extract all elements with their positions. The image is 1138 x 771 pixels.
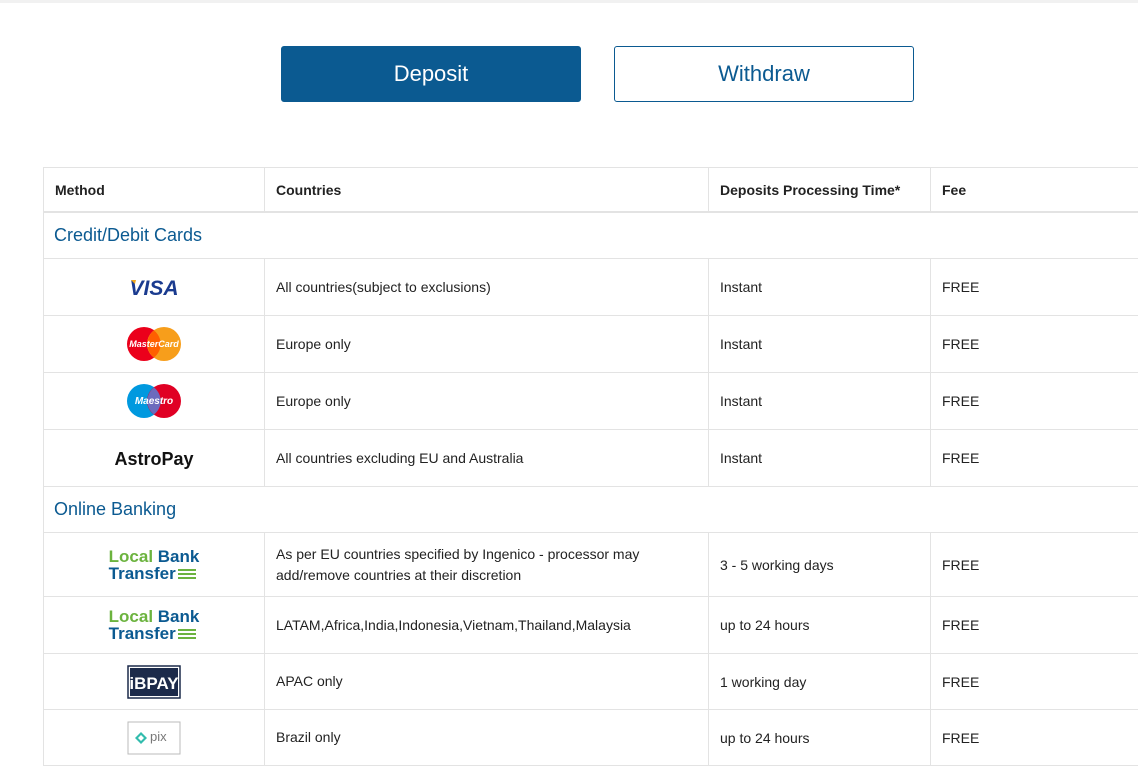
table-row: pix Brazil only up to 24 hours FREE	[43, 709, 1138, 766]
header-fee: Fee	[930, 167, 1138, 213]
processing-time-cell: 1 working day	[708, 653, 931, 710]
mastercard-logo-icon: MasterCard	[127, 327, 181, 361]
svg-text:iBPAY: iBPAY	[129, 674, 179, 693]
countries-cell: Brazil only	[264, 709, 709, 766]
header-countries: Countries	[264, 167, 709, 213]
countries-cell: Europe only	[264, 315, 709, 373]
fee-cell: FREE	[930, 315, 1138, 373]
processing-time-cell: up to 24 hours	[708, 709, 931, 766]
section-title-cards: Credit/Debit Cards	[43, 211, 1138, 259]
fee-cell: FREE	[930, 532, 1138, 597]
svg-text:VISA: VISA	[129, 277, 178, 299]
withdraw-tab-button[interactable]: Withdraw	[614, 46, 914, 102]
table-row: VISA All countries(subject to exclusions…	[43, 258, 1138, 316]
fee-cell: FREE	[930, 429, 1138, 487]
table-row: Local Bank Transfer LATAM,Africa,India,I…	[43, 596, 1138, 654]
local-bank-transfer-logo-icon: Local Bank Transfer	[108, 607, 200, 643]
svg-text:pix: pix	[150, 729, 167, 744]
top-divider	[0, 0, 1138, 3]
countries-cell: All countries(subject to exclusions)	[264, 258, 709, 316]
fee-cell: FREE	[930, 372, 1138, 430]
countries-cell: APAC only	[264, 653, 709, 710]
table-row: iBPAY APAC only 1 working day FREE	[43, 653, 1138, 710]
processing-time-cell: Instant	[708, 372, 931, 430]
header-processing-time: Deposits Processing Time*	[708, 167, 931, 213]
countries-cell: Europe only	[264, 372, 709, 430]
processing-time-cell: Instant	[708, 315, 931, 373]
section-title-online-banking: Online Banking	[43, 486, 1138, 533]
processing-time-cell: Instant	[708, 429, 931, 487]
table-header-row: Method Countries Deposits Processing Tim…	[43, 167, 1138, 213]
countries-cell: All countries excluding EU and Australia	[264, 429, 709, 487]
local-bank-transfer-logo-icon: Local Bank Transfer	[108, 546, 200, 583]
countries-cell: LATAM,Africa,India,Indonesia,Vietnam,Tha…	[264, 596, 709, 654]
header-method: Method	[43, 167, 265, 213]
section-row: Online Banking	[43, 486, 1138, 533]
svg-text:AstroPay: AstroPay	[114, 449, 193, 469]
fee-cell: FREE	[930, 709, 1138, 766]
table-row: Maestro Europe only Instant FREE	[43, 372, 1138, 430]
table-row: AstroPay All countries excluding EU and …	[43, 429, 1138, 487]
countries-cell: As per EU countries specified by Ingenic…	[264, 532, 709, 597]
table-row: MasterCard Europe only Instant FREE	[43, 315, 1138, 373]
table-row: Local Bank Transfer As per EU countries …	[43, 532, 1138, 597]
payment-methods-table: Method Countries Deposits Processing Tim…	[43, 167, 1138, 766]
ibpay-logo-icon: iBPAY	[127, 664, 181, 699]
processing-time-cell: up to 24 hours	[708, 596, 931, 654]
processing-time-cell: 3 - 5 working days	[708, 532, 931, 597]
visa-logo-icon: VISA	[129, 277, 178, 299]
astropay-logo-icon: AstroPay	[114, 449, 193, 469]
svg-text:MasterCard: MasterCard	[129, 339, 179, 349]
processing-time-cell: Instant	[708, 258, 931, 316]
section-row: Credit/Debit Cards	[43, 211, 1138, 259]
fee-cell: FREE	[930, 596, 1138, 654]
pix-logo-icon: pix	[127, 721, 181, 754]
maestro-logo-icon: Maestro	[127, 384, 181, 418]
svg-text:Maestro: Maestro	[135, 396, 173, 407]
fee-cell: FREE	[930, 258, 1138, 316]
deposit-tab-button[interactable]: Deposit	[281, 46, 581, 102]
fee-cell: FREE	[930, 653, 1138, 710]
